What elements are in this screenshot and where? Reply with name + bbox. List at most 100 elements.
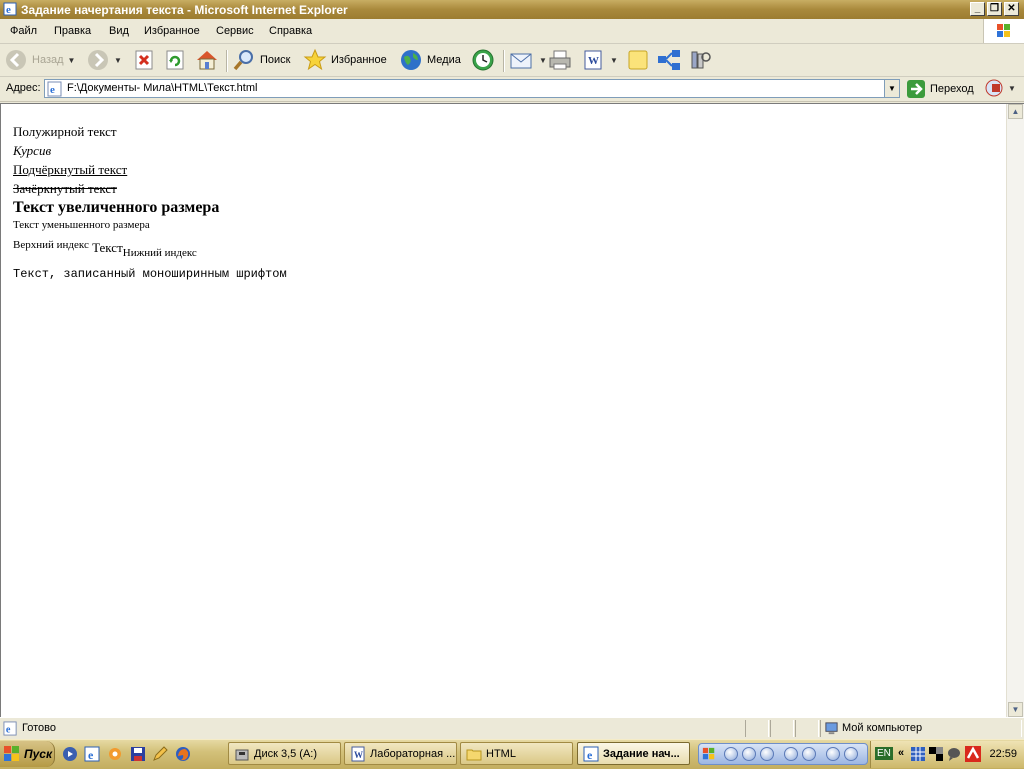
forward-button[interactable]: ▼ <box>86 48 122 72</box>
page-viewport[interactable]: Полужирной текст Курсив Подчёркнутый тек… <box>0 103 1024 717</box>
media-button[interactable]: Медиа <box>399 48 461 72</box>
menu-view[interactable]: Вид <box>109 25 129 37</box>
address-dropdown-icon[interactable]: ▼ <box>884 80 899 97</box>
go-button[interactable]: Переход <box>906 79 974 99</box>
menu-tools[interactable]: Сервис <box>216 25 254 37</box>
address-bar: Адрес: e F:\Документы- Мила\HTML\Текст.h… <box>0 77 1024 102</box>
start-button[interactable]: Пуск <box>0 741 55 767</box>
page-ie-icon: e <box>47 81 62 97</box>
strike-text-line: Зачёркнутый текст <box>13 181 117 196</box>
translate-icon <box>985 79 1003 97</box>
stop-button[interactable] <box>133 48 155 72</box>
small-text-line: Текст уменьшенного размера <box>13 219 150 231</box>
previous-icon[interactable] <box>784 747 798 761</box>
mail-button[interactable]: ▼ <box>509 48 547 72</box>
forward-dropdown-icon[interactable]: ▼ <box>114 56 122 65</box>
minimize-button[interactable]: _ <box>970 2 985 16</box>
taskbar: Пуск e Диск 3,5 (A:) W Лабораторная ... … <box>0 739 1024 769</box>
status-bar: e Готово Мой компьютер <box>0 717 1024 740</box>
history-clock-icon <box>472 49 494 71</box>
back-dropdown-icon[interactable]: ▼ <box>68 56 76 65</box>
flower-icon[interactable] <box>107 746 123 762</box>
back-button[interactable]: Назад ▼ <box>4 48 75 72</box>
page-content: Полужирной текст Курсив Подчёркнутый тек… <box>13 122 287 283</box>
scroll-down-icon[interactable]: ▼ <box>1008 702 1023 717</box>
back-arrow-icon <box>6 50 26 70</box>
search-icon <box>233 50 253 71</box>
task-html-folder[interactable]: HTML <box>460 742 573 765</box>
media-player-icon[interactable] <box>62 746 78 762</box>
grid-tray-icon[interactable] <box>911 747 925 761</box>
ie-quicklaunch-icon[interactable]: e <box>84 746 100 762</box>
next-icon[interactable] <box>802 747 816 761</box>
big-text-line: Текст увеличенного размера <box>13 199 220 216</box>
vertical-scrollbar[interactable]: ▲ ▼ <box>1006 104 1024 717</box>
status-pane <box>770 720 794 737</box>
status-page-icon: e <box>3 721 17 736</box>
superscript-text: Верхний индекс <box>13 239 89 251</box>
status-zone-pane: Мой компьютер <box>820 720 1022 737</box>
address-input[interactable]: e F:\Документы- Мила\HTML\Текст.html ▼ <box>44 79 900 98</box>
pause-icon[interactable] <box>742 747 756 761</box>
menu-bar: Файл Правка Вид Избранное Сервис Справка <box>0 19 1024 44</box>
menu-help[interactable]: Справка <box>269 25 312 37</box>
svg-text:e: e <box>50 84 55 96</box>
bold-text-line: Полужирной текст <box>13 124 117 139</box>
windows-media-icon <box>702 747 715 760</box>
task-floppy-drive[interactable]: Диск 3,5 (A:) <box>228 742 341 765</box>
favorites-button[interactable]: Избранное <box>303 48 387 72</box>
translate-button[interactable]: ▼ <box>984 77 1016 99</box>
standard-toolbar: Назад ▼ ▼ Поиск Избранное Медиа ▼ W ▼ <box>0 44 1024 77</box>
pencil-icon[interactable] <box>152 746 168 762</box>
network-icon <box>658 50 680 70</box>
volume-icon[interactable] <box>826 747 840 761</box>
research-button[interactable] <box>688 48 712 72</box>
home-button[interactable] <box>195 48 219 72</box>
media-expand-icon[interactable] <box>844 747 858 761</box>
history-button[interactable] <box>471 48 495 72</box>
my-computer-icon <box>825 722 838 735</box>
svg-text:e: e <box>587 748 593 762</box>
language-indicator[interactable]: EN <box>875 747 893 760</box>
status-zone: Мой компьютер <box>842 722 923 734</box>
word-doc-icon: W <box>351 746 365 761</box>
menu-edit[interactable]: Правка <box>54 25 91 37</box>
system-tray: EN « 22:59 <box>870 741 1024 768</box>
refresh-icon <box>166 50 184 70</box>
print-button[interactable] <box>548 48 572 72</box>
svg-text:e: e <box>6 724 11 735</box>
italic-text-line: Курсив <box>13 143 52 158</box>
antivirus-tray-icon[interactable] <box>965 746 981 762</box>
close-button[interactable]: ✕ <box>1004 2 1019 16</box>
status-pane <box>795 720 819 737</box>
title-bar[interactable]: e Задание начертания текста - Microsoft … <box>0 0 1024 19</box>
svg-text:e: e <box>6 4 11 16</box>
scroll-up-icon[interactable]: ▲ <box>1008 104 1023 119</box>
floppy-icon[interactable] <box>130 746 146 762</box>
books-icon <box>691 51 711 69</box>
clock[interactable]: 22:59 <box>989 748 1017 760</box>
menu-favorites[interactable]: Избранное <box>144 25 200 37</box>
stop-media-icon[interactable] <box>760 747 774 761</box>
chat-bubble-tray-icon[interactable] <box>947 747 961 761</box>
mail-dropdown-icon[interactable]: ▼ <box>539 56 547 65</box>
restore-button[interactable]: ❐ <box>987 2 1002 16</box>
translate-dropdown-icon[interactable]: ▼ <box>1008 84 1016 93</box>
monospace-text-line: Текст, записанный моноширинным шрифтом <box>13 267 287 281</box>
task-ie-window[interactable]: e Задание нач... <box>577 742 690 765</box>
task-word-document[interactable]: W Лабораторная ... <box>344 742 457 765</box>
search-button[interactable]: Поиск <box>232 48 290 72</box>
edit-dropdown-icon[interactable]: ▼ <box>610 56 618 65</box>
black-square-tray-icon[interactable] <box>929 747 943 761</box>
media-menu-icon[interactable] <box>724 747 738 761</box>
edit-word-button[interactable]: W ▼ <box>582 48 618 72</box>
discuss-button[interactable] <box>626 48 650 72</box>
firefox-icon[interactable] <box>175 746 191 762</box>
tray-expand-chevron-icon[interactable]: « <box>898 747 904 759</box>
media-globe-icon <box>401 50 421 70</box>
messenger-button[interactable] <box>656 48 682 72</box>
menu-file[interactable]: Файл <box>10 25 37 37</box>
media-label: Медиа <box>427 54 461 66</box>
note-icon <box>628 50 648 70</box>
refresh-button[interactable] <box>164 48 186 72</box>
